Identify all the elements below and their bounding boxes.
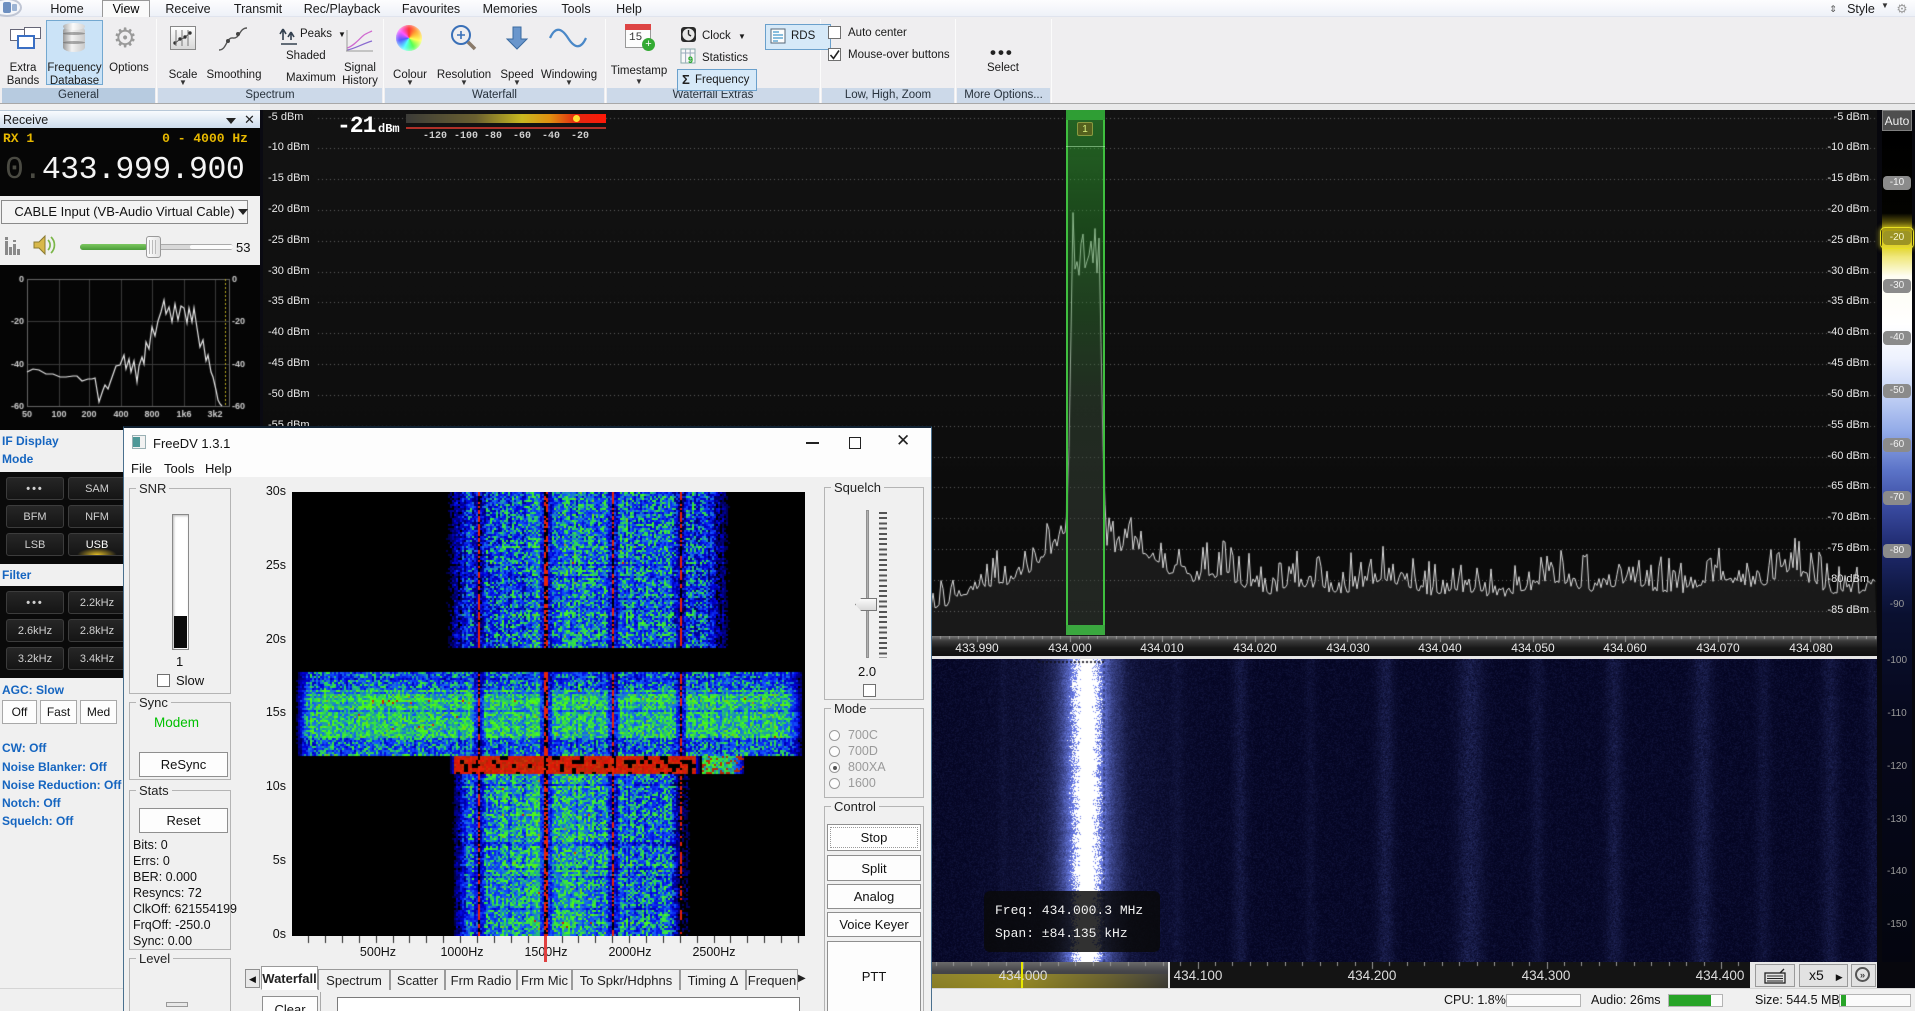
- svg-text:9: 9: [688, 55, 693, 65]
